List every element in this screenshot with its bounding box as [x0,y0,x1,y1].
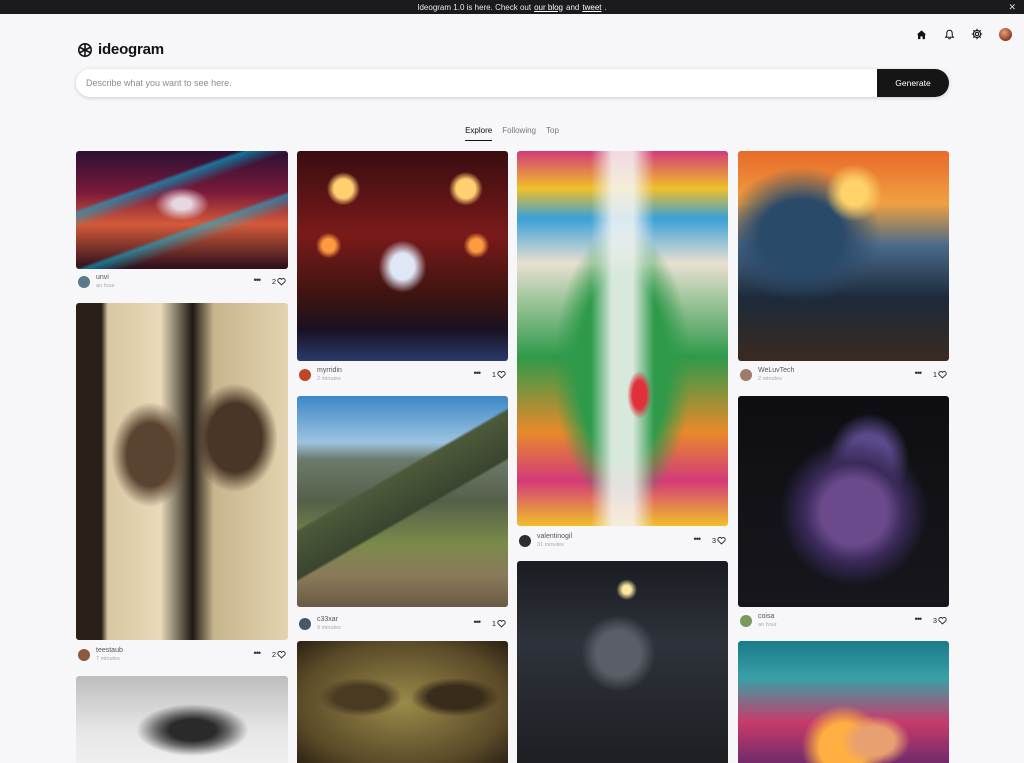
post-meta: unvi an hour ••• 2 [76,273,288,293]
announcement-text: Ideogram 1.0 is here. Check out [417,2,532,12]
more-icon[interactable]: ••• [254,275,262,285]
announcement-period: . [604,2,607,12]
username[interactable]: WeLuvTech [758,367,794,374]
avatar[interactable] [998,27,1012,41]
post-time: 2 minutes [758,376,782,382]
more-icon[interactable]: ••• [474,368,482,378]
heart-icon[interactable] [277,277,286,286]
image-vintage-handshake[interactable] [297,641,508,763]
heart-icon[interactable] [938,616,947,625]
home-icon[interactable] [914,27,928,41]
like-count: 2 [271,650,276,659]
like-count: 1 [491,619,496,628]
prompt-bar: Generate [76,69,949,97]
username[interactable]: coisa [758,613,774,620]
announcement-and: and [566,2,580,12]
username[interactable]: myrridin [317,367,342,374]
heart-icon[interactable] [497,619,506,628]
post-meta: WeLuvTech 2 minutes ••• 1 [738,366,949,386]
generate-button[interactable]: Generate [877,69,949,97]
user-avatar[interactable] [78,276,90,288]
image-rainbow-face-sculpture[interactable] [517,151,728,526]
tab-top[interactable]: Top [546,126,559,141]
more-icon[interactable]: ••• [915,368,923,378]
username[interactable]: unvi [96,274,109,281]
tab-explore[interactable]: Explore [465,126,493,141]
user-avatar[interactable] [78,649,90,661]
like-count: 1 [932,370,937,379]
user-avatar[interactable] [740,369,752,381]
image-coal-miner[interactable] [517,561,728,763]
image-wave-sydney[interactable] [738,151,949,361]
bell-icon[interactable] [942,27,956,41]
user-avatar[interactable] [299,369,311,381]
post-meta: coisa an hour ••• 3 [738,612,949,632]
post-meta: valentinogil 31 minutes ••• 3 [517,532,728,552]
post-time: 2 minutes [317,376,341,382]
image-machu-picchu[interactable] [297,396,508,607]
top-nav [914,27,1012,41]
post-time: 7 minutes [96,656,120,662]
heart-icon[interactable] [497,370,506,379]
user-avatar[interactable] [299,618,311,630]
username[interactable]: valentinogil [537,533,572,540]
more-icon[interactable]: ••• [254,648,262,658]
prompt-input[interactable] [76,78,877,88]
image-anime-character-city[interactable] [76,151,288,269]
gear-icon[interactable] [970,27,984,41]
user-avatar[interactable] [740,615,752,627]
post-time: 9 minutes [317,625,341,631]
post-time: an hour [96,283,115,289]
post-meta: myrridin 2 minutes ••• 1 [297,366,508,386]
like-count: 1 [491,370,496,379]
ideogram-logo-icon [78,42,92,57]
tab-following[interactable]: Following [502,126,536,141]
close-icon[interactable]: ✕ [1008,2,1016,13]
blog-link[interactable]: our blog [534,3,563,12]
more-icon[interactable]: ••• [694,534,702,544]
post-meta: teestaub 7 minutes ••• 2 [76,646,288,666]
image-grayscale-swirl-portrait[interactable] [76,676,288,763]
post-time: 31 minutes [537,542,564,548]
like-count: 2 [271,277,276,286]
more-icon[interactable]: ••• [474,617,482,627]
post-meta: c33xar 9 minutes ••• 1 [297,615,508,635]
announcement-bar: Ideogram 1.0 is here. Check out our blog… [0,0,1024,14]
username[interactable]: c33xar [317,616,338,623]
username[interactable]: teestaub [96,647,123,654]
image-cosmic-silhouette[interactable] [738,396,949,607]
more-icon[interactable]: ••• [915,614,923,624]
logo[interactable]: ideogram [77,41,164,58]
image-fantasy-woman-sunset[interactable] [738,641,949,763]
heart-icon[interactable] [277,650,286,659]
feed-tabs: Explore Following Top [0,126,1024,141]
image-children-at-window-sketch[interactable] [76,303,288,640]
like-count: 3 [711,536,716,545]
app-name: ideogram [98,41,164,58]
user-avatar[interactable] [519,535,531,547]
image-karate-fighter[interactable] [297,151,508,361]
post-time: an hour [758,622,777,628]
like-count: 3 [932,616,937,625]
heart-icon[interactable] [717,536,726,545]
heart-icon[interactable] [938,370,947,379]
tweet-link[interactable]: tweet [582,3,601,12]
